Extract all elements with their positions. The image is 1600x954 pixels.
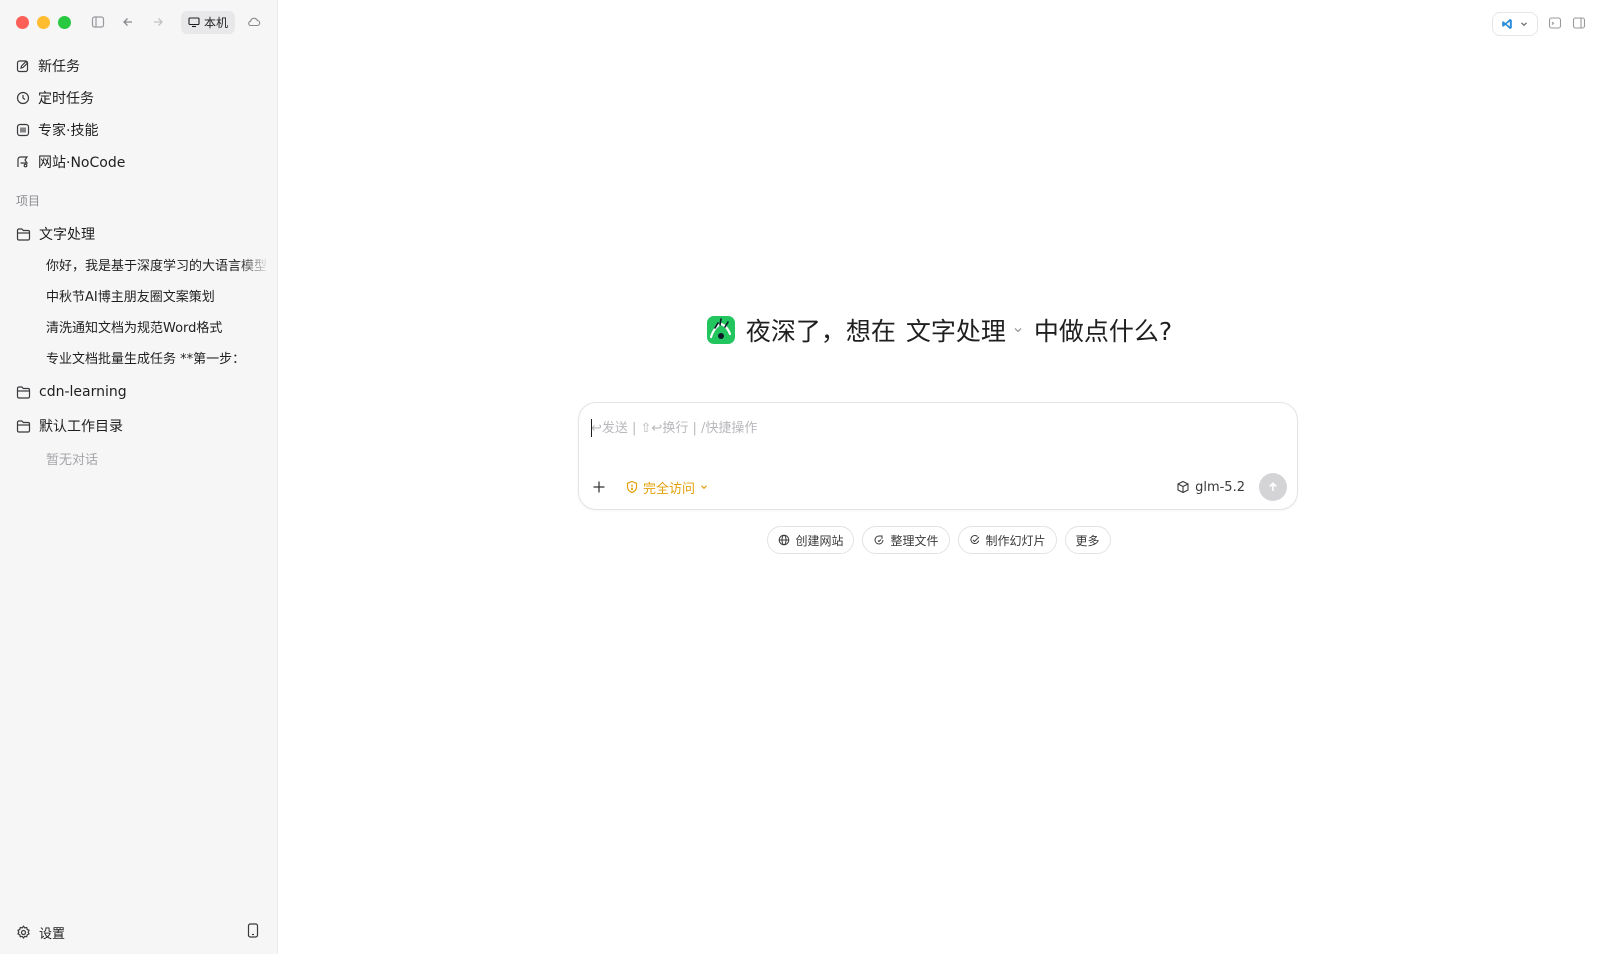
nav-label: 网站·NoCode [38, 155, 126, 171]
access-mode-selector[interactable]: 完全访问 [625, 478, 709, 497]
quick-actions: 创建网站 整理文件 制作幻灯片 更多 [278, 526, 1600, 554]
make-slides-chip[interactable]: 制作幻灯片 [957, 526, 1057, 554]
composer-left-controls: 完全访问 [591, 478, 709, 497]
top-right-toolbar [1492, 12, 1586, 36]
nav-website-nocode[interactable]: 网站·NoCode [8, 146, 269, 178]
settings-label: 设置 [39, 926, 66, 942]
plus-icon [593, 481, 605, 493]
monitor-icon [188, 17, 200, 28]
minimize-window-button[interactable] [37, 15, 50, 29]
vscode-icon [1502, 19, 1512, 29]
project-selector-label: 文字处理 [905, 317, 1006, 346]
project-name: cdn-learning [39, 384, 127, 400]
folder-icon [16, 386, 31, 399]
chip-label: 制作幻灯片 [985, 533, 1046, 548]
project-name: 文字处理 [39, 227, 95, 243]
chevron-down-icon [701, 485, 707, 490]
website-icon [17, 156, 29, 168]
chevron-down-icon [1521, 22, 1527, 27]
cube-icon [1177, 480, 1189, 494]
folder-open-icon [16, 228, 31, 241]
forward-arrow-icon[interactable] [147, 11, 169, 33]
open-in-editor-button[interactable] [1492, 12, 1538, 36]
greeting-heading: 夜深了，想在 文字处理 中做点什么? [278, 312, 1600, 348]
project-selector[interactable]: 文字处理 [906, 312, 1024, 348]
organize-icon [874, 535, 884, 545]
conversation-item[interactable]: 你好，我是基于深度学习的大语言模型 [8, 251, 270, 282]
main-nav: 新任务 定时任务 专家·技能 网站·NoCode [0, 44, 277, 178]
arrow-up-icon [1269, 482, 1277, 491]
chip-label: 创建网站 [795, 533, 844, 548]
main-area: 夜深了，想在 文字处理 中做点什么? 完全访问 [278, 0, 1600, 954]
model-selector[interactable]: glm-5.2 [1176, 480, 1245, 495]
greeting-suffix: 中做点什么? [1033, 317, 1173, 346]
titlebar-controls: 本机 [87, 10, 265, 34]
close-window-button[interactable] [16, 15, 29, 29]
nav-label: 定时任务 [38, 91, 94, 107]
chip-label: 更多 [1075, 533, 1100, 548]
edit-icon [16, 60, 29, 73]
terminal-icon[interactable] [1548, 15, 1562, 34]
mobile-device-icon[interactable] [247, 922, 259, 942]
empty-conversations-text: 暂无对话 [46, 453, 99, 468]
nav-label: 专家·技能 [38, 123, 99, 139]
local-machine-label: 本机 [204, 15, 229, 30]
prompt-input[interactable] [591, 415, 1285, 441]
more-chip[interactable]: 更多 [1064, 526, 1111, 554]
chevron-down-icon [1014, 328, 1022, 333]
model-label: glm-5.2 [1195, 479, 1245, 495]
nav-scheduled-tasks[interactable]: 定时任务 [8, 82, 269, 114]
conversation-item[interactable]: 中秋节AI博主朋友圈文案策划 [8, 282, 270, 313]
sidebar-footer: 设置 [0, 910, 277, 954]
project-name: 默认工作目录 [39, 419, 123, 435]
back-arrow-icon[interactable] [117, 11, 139, 33]
nav-new-task[interactable]: 新任务 [8, 50, 269, 82]
access-mode-label: 完全访问 [643, 481, 696, 497]
composer: 完全访问 glm-5.2 [578, 402, 1298, 510]
toggle-right-panel-icon[interactable] [1572, 15, 1586, 34]
app-window: 本机 新任务 定时任务 专家·技能 网站·NoCode 项目 文字处理 你好，我… [0, 0, 1600, 954]
folder-icon [16, 420, 31, 433]
add-attachment-button[interactable] [591, 479, 607, 495]
greeting-prefix: 夜深了，想在 [745, 317, 896, 346]
toggle-sidebar-icon[interactable] [87, 11, 109, 33]
text-caret [591, 419, 592, 437]
projects-section-label: 项目 [16, 194, 41, 208]
expert-icon [16, 123, 30, 137]
composer-toolbar: 完全访问 glm-5.2 [591, 473, 1287, 501]
titlebar: 本机 [0, 0, 277, 44]
composer-right-controls: glm-5.2 [1176, 473, 1287, 501]
organize-files-chip[interactable]: 整理文件 [862, 526, 950, 554]
globe-icon [779, 534, 790, 546]
conversation-item[interactable]: 清洗通知文档为规范Word格式 [8, 313, 270, 344]
slides-icon [969, 535, 979, 545]
nav-label: 新任务 [38, 59, 80, 75]
sidebar: 本机 新任务 定时任务 专家·技能 网站·NoCode 项目 文字处理 你好，我… [0, 0, 278, 954]
create-website-chip[interactable]: 创建网站 [767, 526, 855, 554]
conversation-item[interactable]: 专业文档批量生成任务 **第一步： [8, 344, 270, 375]
brand-logo-icon [706, 316, 735, 344]
chip-label: 整理文件 [890, 533, 939, 548]
send-button[interactable] [1259, 473, 1287, 501]
project-item[interactable]: cdn-learning [8, 375, 269, 409]
shield-icon [626, 480, 638, 494]
zoom-window-button[interactable] [58, 15, 71, 29]
clock-icon [16, 91, 30, 105]
local-machine-pill[interactable]: 本机 [181, 10, 236, 34]
project-item[interactable]: 默认工作目录 [8, 409, 269, 443]
settings-button[interactable]: 设置 [16, 923, 65, 942]
gear-icon [17, 924, 30, 939]
nav-experts-skills[interactable]: 专家·技能 [8, 114, 269, 146]
project-item[interactable]: 文字处理 [8, 217, 269, 251]
projects-list: 文字处理 你好，我是基于深度学习的大语言模型 中秋节AI博主朋友圈文案策划 清洗… [0, 217, 277, 479]
cloud-icon[interactable] [243, 11, 265, 33]
